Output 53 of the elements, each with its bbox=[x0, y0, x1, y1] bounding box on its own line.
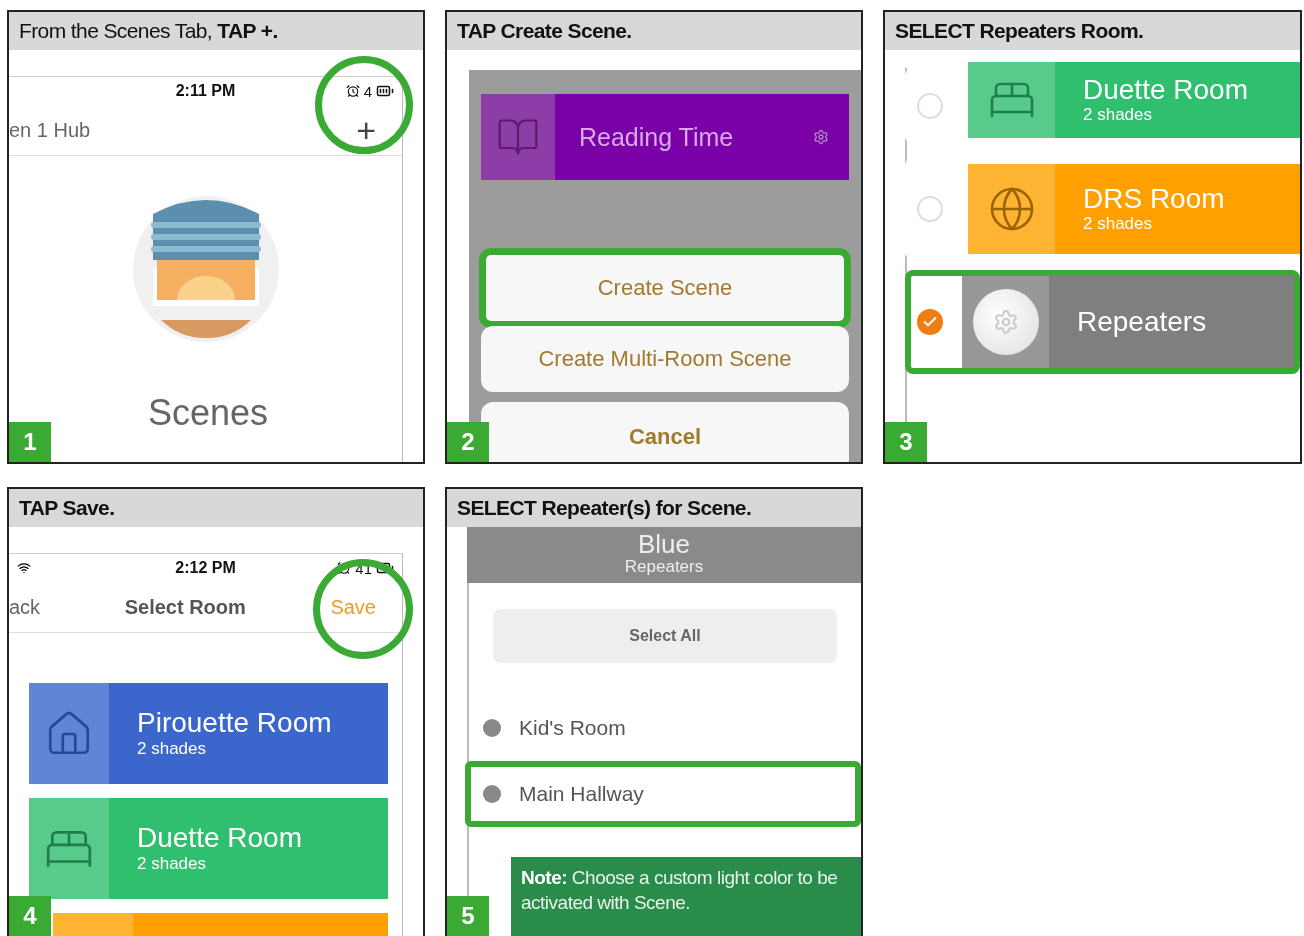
repeater-item[interactable]: Main Hallway bbox=[465, 761, 861, 827]
instruction-text: TAP Create Scene. bbox=[457, 19, 632, 43]
instruction-text: SELECT Repeater(s) for Scene. bbox=[457, 496, 752, 520]
step-number: 2 bbox=[447, 422, 489, 462]
screen-title: Scenes bbox=[147, 392, 269, 434]
room-name: Repeaters bbox=[1077, 306, 1207, 338]
room-card[interactable]: Repeaters bbox=[962, 276, 1294, 368]
select-all-button[interactable]: Select All bbox=[493, 609, 837, 663]
save-button[interactable]: Save bbox=[330, 597, 376, 617]
battery-percent: 4 bbox=[363, 82, 372, 100]
action-option[interactable]: Create Scene bbox=[479, 248, 851, 328]
add-button[interactable]: + bbox=[356, 113, 376, 147]
step-number: 5 bbox=[447, 896, 489, 936]
alarm-icon bbox=[337, 561, 352, 575]
cancel-button[interactable]: Cancel bbox=[481, 402, 849, 462]
room-name: Duette Room bbox=[137, 823, 302, 854]
status-time: 2:11 PM bbox=[175, 82, 236, 100]
step-number: 4 bbox=[9, 896, 51, 936]
step-number: 1 bbox=[9, 422, 51, 462]
wifi-icon bbox=[17, 561, 31, 575]
room-card[interactable]: Pirouette Room 2 shades bbox=[29, 683, 388, 784]
screen-title: Select Room bbox=[124, 595, 246, 619]
radio-button[interactable] bbox=[917, 196, 943, 222]
group-name: Repeaters bbox=[624, 557, 704, 577]
room-name: Duette Room bbox=[1083, 74, 1248, 106]
instruction-text: From the Scenes Tab, TAP +. bbox=[19, 19, 278, 43]
repeater-item[interactable]: Kid's Room bbox=[465, 695, 861, 761]
instruction-text: TAP Save. bbox=[19, 496, 115, 520]
scene-card[interactable]: Reading Time bbox=[481, 94, 849, 180]
status-dot bbox=[483, 785, 501, 803]
instruction-text: SELECT Repeaters Room. bbox=[895, 19, 1144, 43]
room-card[interactable]: Duette Room 2 shades bbox=[968, 62, 1300, 138]
room-subtitle: 2 shades bbox=[137, 738, 207, 759]
status-dot bbox=[483, 719, 501, 737]
note-text: Note: Choose a custom light color to be activated with Scene. bbox=[511, 857, 861, 936]
action-option[interactable]: Create Multi-Room Scene bbox=[481, 326, 849, 392]
color-name: Blue bbox=[637, 531, 690, 557]
room-subtitle: 2 shades bbox=[1083, 105, 1153, 126]
room-subtitle: 2 shades bbox=[137, 853, 207, 874]
step-number: 3 bbox=[885, 422, 927, 462]
alarm-icon bbox=[345, 84, 360, 98]
room-subtitle: 2 shades bbox=[1083, 214, 1153, 235]
radio-button[interactable] bbox=[917, 93, 943, 119]
room-card[interactable]: Duette Room 2 shades bbox=[29, 798, 388, 899]
room-name: DRS Room bbox=[1083, 183, 1225, 215]
room-card[interactable]: DRS Room 2 shades bbox=[968, 164, 1300, 254]
status-time: 2:12 PM bbox=[175, 559, 236, 577]
radio-button[interactable] bbox=[917, 309, 943, 335]
hub-name: en 1 Hub bbox=[9, 118, 91, 142]
scene-name: Reading Time bbox=[578, 121, 735, 153]
back-link[interactable]: ack bbox=[9, 595, 41, 619]
room-name: Pirouette Room bbox=[137, 708, 332, 739]
settings-icon bbox=[813, 129, 829, 145]
